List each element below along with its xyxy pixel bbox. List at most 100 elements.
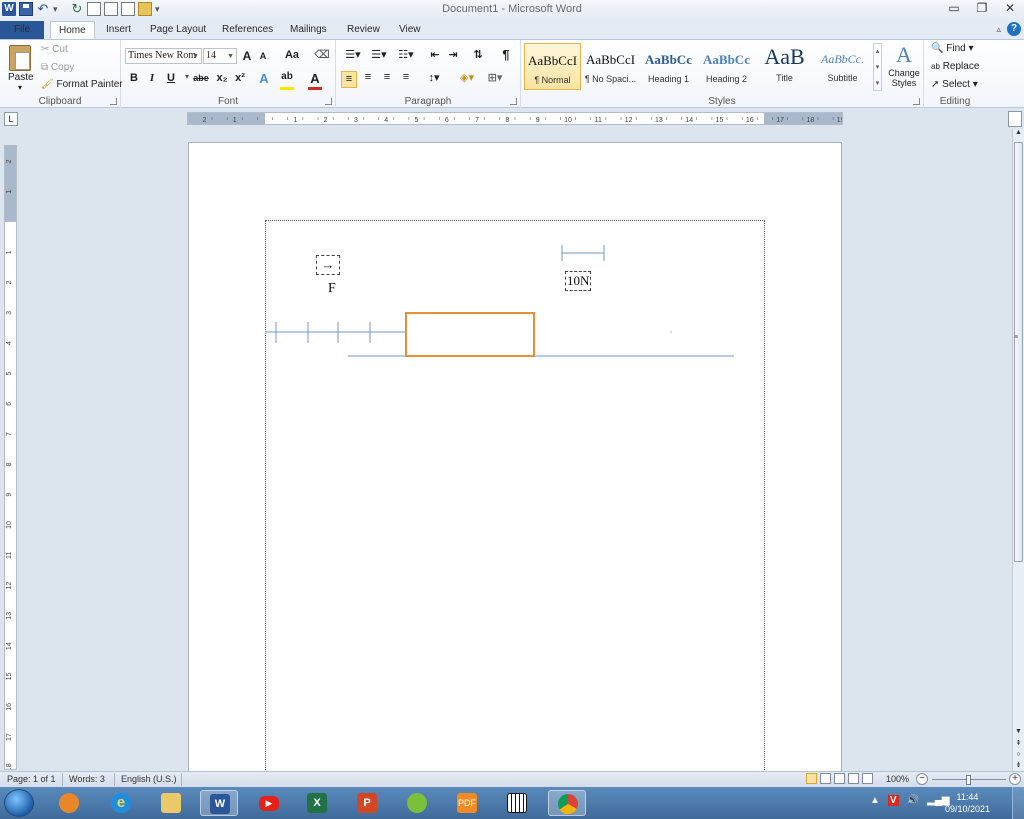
taskbar-word[interactable]: W: [200, 790, 238, 816]
tab-file[interactable]: File: [0, 21, 44, 39]
minimize-ribbon-icon[interactable]: ▵: [996, 22, 1001, 36]
web-layout-view-icon[interactable]: [834, 773, 845, 784]
decrease-indent-icon[interactable]: ⇤: [427, 48, 443, 61]
zoom-slider-thumb[interactable]: [966, 775, 971, 785]
document-area[interactable]: → F 10N: [18, 129, 1012, 771]
taskbar-chrome[interactable]: [548, 790, 586, 816]
find-button[interactable]: 🔍 Find ▾: [931, 43, 974, 54]
style-heading-2[interactable]: AaBbCc Heading 2: [698, 43, 755, 90]
tab-selector-icon[interactable]: L: [4, 112, 18, 126]
document-page[interactable]: → F 10N: [188, 142, 842, 771]
full-screen-reading-view-icon[interactable]: [820, 773, 831, 784]
clipboard-launcher-icon[interactable]: [110, 98, 117, 105]
clear-formatting-icon[interactable]: ⌫: [314, 48, 330, 61]
horizontal-ruler[interactable]: 2112345678910111213141516171819: [187, 112, 843, 125]
clock[interactable]: 11:44 09/10/2021: [945, 791, 990, 815]
paste-icon[interactable]: [9, 45, 31, 71]
show-desktop-button[interactable]: [1012, 787, 1024, 819]
print-layout-view-icon[interactable]: [806, 773, 817, 784]
increase-indent-icon[interactable]: ⇥: [445, 48, 461, 61]
strikethrough-button[interactable]: abe: [191, 73, 211, 83]
borders-icon[interactable]: ⊞▾: [484, 71, 506, 84]
start-button-icon[interactable]: [4, 789, 34, 817]
paste-dropdown-icon[interactable]: ▾: [18, 83, 22, 92]
scroll-up-icon[interactable]: ▲: [1013, 129, 1024, 141]
taskbar-file-explorer[interactable]: [152, 790, 190, 816]
styles-scroll[interactable]: ▴ ▾ ▾: [873, 43, 882, 91]
line-spacing-icon[interactable]: ↕▾: [423, 71, 445, 84]
scale-label-textbox[interactable]: 10N: [565, 271, 592, 291]
zoom-out-icon[interactable]: −: [916, 773, 928, 785]
font-color-icon[interactable]: A: [307, 71, 323, 86]
scroll-thumb[interactable]: [1014, 142, 1023, 562]
language-indicator[interactable]: English (U.S.): [121, 774, 177, 784]
align-left-icon[interactable]: ≡: [341, 71, 357, 88]
taskbar-excel[interactable]: X: [298, 790, 336, 816]
minimize-icon[interactable]: ▭: [946, 1, 962, 15]
select-button[interactable]: ➚ Select ▾: [931, 79, 978, 90]
replace-button[interactable]: ab Replace: [931, 61, 979, 72]
taskbar-youtube[interactable]: ▶: [250, 790, 288, 816]
taskbar-piano-app[interactable]: [498, 790, 536, 816]
format-painter-button[interactable]: 🖌 Format Painter: [41, 79, 123, 90]
align-right-icon[interactable]: ≡: [379, 71, 395, 83]
font-name-combo[interactable]: Times New Rom ▼: [125, 48, 202, 64]
underline-button[interactable]: U: [163, 72, 179, 84]
show-hidden-icons-icon[interactable]: ▲: [870, 795, 880, 806]
close-icon[interactable]: ✕: [1002, 1, 1018, 15]
zoom-level[interactable]: 100%: [886, 774, 909, 784]
paragraph-launcher-icon[interactable]: [510, 98, 517, 105]
restore-icon[interactable]: ❐: [974, 1, 990, 15]
draft-view-icon[interactable]: [862, 773, 873, 784]
bullets-icon[interactable]: ☰▾: [342, 48, 364, 61]
taskbar-powerpoint[interactable]: P: [348, 790, 386, 816]
word-count[interactable]: Words: 3: [69, 774, 105, 784]
change-styles-button[interactable]: A Change Styles: [888, 42, 920, 88]
align-center-icon[interactable]: ≡: [360, 71, 376, 83]
highlight-icon[interactable]: ab: [279, 71, 295, 82]
superscript-button[interactable]: x²: [232, 72, 248, 84]
paste-button[interactable]: Paste: [8, 72, 34, 83]
taskbar-media-player[interactable]: [50, 790, 88, 816]
tab-view[interactable]: View: [391, 21, 429, 39]
copy-button[interactable]: ⧉ Copy: [41, 62, 74, 73]
tab-mailings[interactable]: Mailings: [282, 21, 335, 39]
arrow-symbol-textbox[interactable]: →: [316, 255, 340, 275]
italic-button[interactable]: I: [144, 72, 160, 84]
multilevel-list-icon[interactable]: ☷▾: [395, 48, 417, 61]
taskbar-pdf[interactable]: PDF: [448, 790, 486, 816]
style-subtitle[interactable]: AaBbCc. Subtitle: [814, 43, 871, 90]
sort-icon[interactable]: ⇅: [470, 48, 486, 61]
shading-icon[interactable]: ◈▾: [456, 71, 478, 84]
cut-button[interactable]: ✂ Cut: [41, 44, 68, 55]
browse-object-icon[interactable]: ○: [1013, 751, 1024, 758]
taskbar-internet-explorer[interactable]: e: [102, 790, 140, 816]
numbering-icon[interactable]: ☰▾: [368, 48, 390, 61]
next-page-icon[interactable]: ⇟: [1013, 761, 1024, 769]
volume-icon[interactable]: 🔊: [907, 795, 919, 806]
show-formatting-button[interactable]: ¶: [498, 47, 514, 62]
tab-references[interactable]: References: [214, 21, 281, 39]
style-no-spacing[interactable]: AaBbCcI ¶ No Spaci...: [582, 43, 639, 90]
styles-launcher-icon[interactable]: [913, 98, 920, 105]
style-normal[interactable]: AaBbCcI ¶ Normal: [524, 43, 581, 90]
view-ruler-icon[interactable]: [1008, 111, 1022, 127]
text-effects-icon[interactable]: A: [256, 71, 272, 86]
tab-review[interactable]: Review: [339, 21, 388, 39]
scroll-down-icon[interactable]: ▼: [1013, 728, 1024, 735]
change-case-button[interactable]: Aa: [281, 49, 303, 61]
zoom-in-icon[interactable]: +: [1009, 773, 1021, 785]
page-count[interactable]: Page: 1 of 1: [7, 774, 56, 784]
force-label[interactable]: F: [328, 281, 336, 297]
vertical-scrollbar[interactable]: ▲ ≡ ▼ ⇞ ○ ⇟: [1012, 129, 1024, 771]
style-title[interactable]: AaB Title: [756, 43, 813, 90]
help-icon[interactable]: ?: [1007, 22, 1021, 36]
style-heading-1[interactable]: AaBbCc Heading 1: [640, 43, 697, 90]
font-size-combo[interactable]: 14 ▼: [203, 48, 237, 64]
vertical-ruler[interactable]: 2 1 1 2 3 4 5 6 7 8 9 10 11 12 13 14 15 16 17 18: [4, 145, 17, 770]
font-launcher-icon[interactable]: [325, 98, 332, 105]
drawing-canvas-textbox[interactable]: → F 10N: [265, 220, 765, 771]
tab-home[interactable]: Home: [50, 21, 95, 39]
outline-view-icon[interactable]: [848, 773, 859, 784]
subscript-button[interactable]: x₂: [214, 72, 230, 84]
